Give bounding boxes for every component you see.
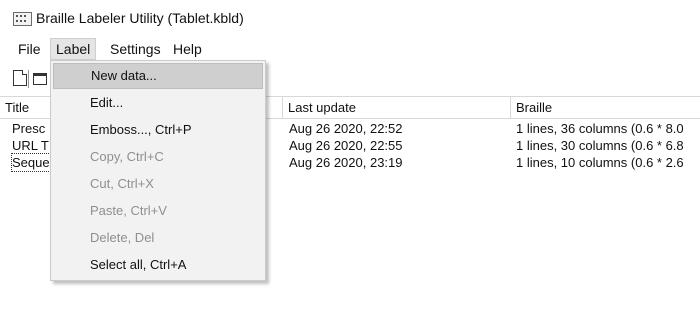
braille-app-icon: [13, 12, 32, 26]
row-title: URL T: [12, 138, 49, 153]
column-header-last-update[interactable]: Last update: [282, 97, 510, 118]
toolbar-separator: [28, 70, 29, 88]
open-folder-icon[interactable]: [33, 73, 47, 85]
menu-bar: File Label Settings Help: [0, 38, 700, 60]
menu-item-cut[interactable]: Cut, Ctrl+X: [53, 171, 263, 197]
row-title: Seque: [11, 153, 53, 172]
row-braille: 1 lines, 10 columns (0.6 * 2.6: [516, 155, 684, 170]
menu-label[interactable]: Label: [50, 38, 97, 60]
menu-item-emboss[interactable]: Emboss..., Ctrl+P: [53, 117, 263, 143]
menu-item-delete[interactable]: Delete, Del: [53, 225, 263, 251]
menu-settings[interactable]: Settings: [105, 38, 166, 60]
row-braille: 1 lines, 30 columns (0.6 * 6.8: [516, 138, 684, 153]
menu-item-new-data[interactable]: New data...: [53, 63, 263, 89]
new-document-icon[interactable]: [13, 70, 27, 86]
row-last-update: Aug 26 2020, 22:55: [289, 138, 403, 153]
menu-help[interactable]: Help: [168, 38, 207, 60]
window-title: Braille Labeler Utility (Tablet.kbld): [36, 10, 244, 26]
row-last-update: Aug 26 2020, 22:52: [289, 121, 403, 136]
column-header-braille[interactable]: Braille: [510, 97, 700, 118]
row-last-update: Aug 26 2020, 23:19: [289, 155, 403, 170]
row-braille: 1 lines, 36 columns (0.6 * 8.0: [516, 121, 684, 136]
menu-item-copy[interactable]: Copy, Ctrl+C: [53, 144, 263, 170]
label-dropdown-menu: New data... Edit... Emboss..., Ctrl+P Co…: [50, 60, 266, 281]
title-bar: Braille Labeler Utility (Tablet.kbld): [0, 0, 700, 34]
menu-item-paste[interactable]: Paste, Ctrl+V: [53, 198, 263, 224]
row-title: Presc: [12, 121, 46, 136]
menu-file[interactable]: File: [13, 38, 46, 60]
menu-item-edit[interactable]: Edit...: [53, 90, 263, 116]
menu-item-select-all[interactable]: Select all, Ctrl+A: [53, 252, 263, 278]
